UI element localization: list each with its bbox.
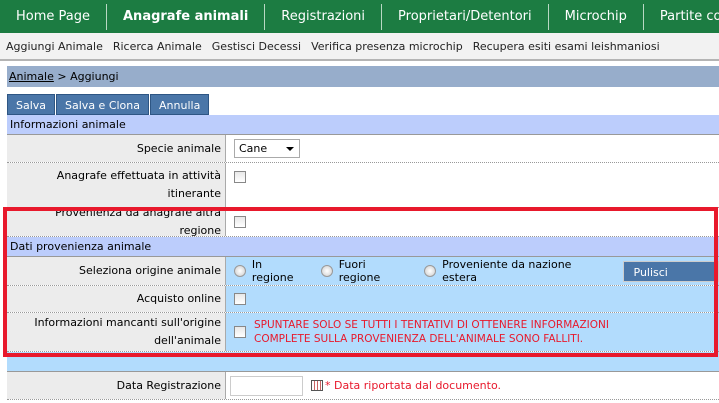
spacer-row bbox=[7, 352, 719, 372]
save-clone-button[interactable]: Salva e Clona bbox=[56, 94, 150, 115]
missing-info-label: Informazioni mancanti sull'origine dell'… bbox=[7, 313, 226, 351]
section-header: Informazioni animale bbox=[7, 115, 719, 135]
radio-label: Proveniente da nazione estera bbox=[442, 258, 572, 284]
toolbar: Salva Salva e Clona Annulla bbox=[7, 94, 210, 115]
radio-label: Fuori regione bbox=[338, 258, 381, 284]
nav-anagrafe-animali[interactable]: Anagrafe animali bbox=[107, 4, 266, 30]
form-table: Informazioni animale Specie animale Cane … bbox=[7, 115, 719, 400]
warning-text: SPUNTARE SOLO SE TUTTI I TENTATIVI DI OT… bbox=[254, 319, 609, 345]
nav-proprietari[interactable]: Proprietari/Detentori bbox=[382, 4, 549, 30]
registration-date-input[interactable] bbox=[230, 375, 303, 396]
breadcrumb-current: Aggiungi bbox=[70, 70, 119, 83]
itinerant-label: Anagrafe effettuata in attività itineran… bbox=[7, 163, 226, 207]
other-region-checkbox[interactable] bbox=[234, 216, 246, 228]
origin-label: Seleziona origine animale bbox=[7, 257, 226, 285]
radio-in-regione[interactable] bbox=[234, 265, 246, 277]
nav-partite[interactable]: Partite commerciali bbox=[644, 4, 719, 30]
save-button[interactable]: Salva bbox=[7, 94, 56, 115]
registration-note: * Data riportata dal documento. bbox=[325, 378, 501, 392]
online-checkbox[interactable] bbox=[234, 293, 246, 305]
cancel-button[interactable]: Annulla bbox=[150, 94, 210, 115]
nav-microchip[interactable]: Microchip bbox=[549, 4, 644, 30]
sub-nav: Aggiungi Animale Ricerca Animale Gestisc… bbox=[0, 33, 719, 61]
subnav-verifica[interactable]: Verifica presenza microchip bbox=[311, 33, 463, 59]
breadcrumb-sep: > bbox=[53, 70, 71, 83]
nav-home[interactable]: Home Page bbox=[0, 4, 107, 30]
section-header: Dati provenienza animale bbox=[7, 237, 719, 257]
species-label: Specie animale bbox=[7, 135, 226, 162]
breadcrumb-link[interactable]: Animale bbox=[9, 70, 54, 83]
breadcrumb: Animale > Aggiungi bbox=[7, 66, 719, 87]
itinerant-checkbox[interactable] bbox=[234, 171, 246, 183]
radio-estero[interactable] bbox=[424, 265, 437, 277]
nav-registrazioni[interactable]: Registrazioni bbox=[265, 4, 383, 30]
radio-label: In regione bbox=[251, 258, 294, 284]
clear-field-button[interactable]: Pulisci campo bbox=[622, 260, 719, 300]
subnav-leishmaniosi[interactable]: Recupera esiti esami leishmaniosi bbox=[473, 33, 660, 59]
online-label: Acquisto online bbox=[7, 286, 226, 312]
radio-fuori-regione[interactable] bbox=[320, 265, 333, 277]
subnav-ricerca[interactable]: Ricerca Animale bbox=[113, 33, 202, 59]
calendar-icon[interactable] bbox=[311, 380, 323, 391]
subnav-aggiungi[interactable]: Aggiungi Animale bbox=[6, 33, 103, 59]
registration-label: Data Registrazione bbox=[7, 372, 226, 399]
other-region-label: Provenienza da anagrafe altra regione bbox=[7, 206, 226, 237]
species-select[interactable]: Cane bbox=[234, 139, 300, 158]
main-nav: Home Page Anagrafe animali Registrazioni… bbox=[0, 0, 719, 33]
subnav-decessi[interactable]: Gestisci Decessi bbox=[212, 33, 301, 59]
missing-info-checkbox[interactable] bbox=[234, 326, 246, 338]
